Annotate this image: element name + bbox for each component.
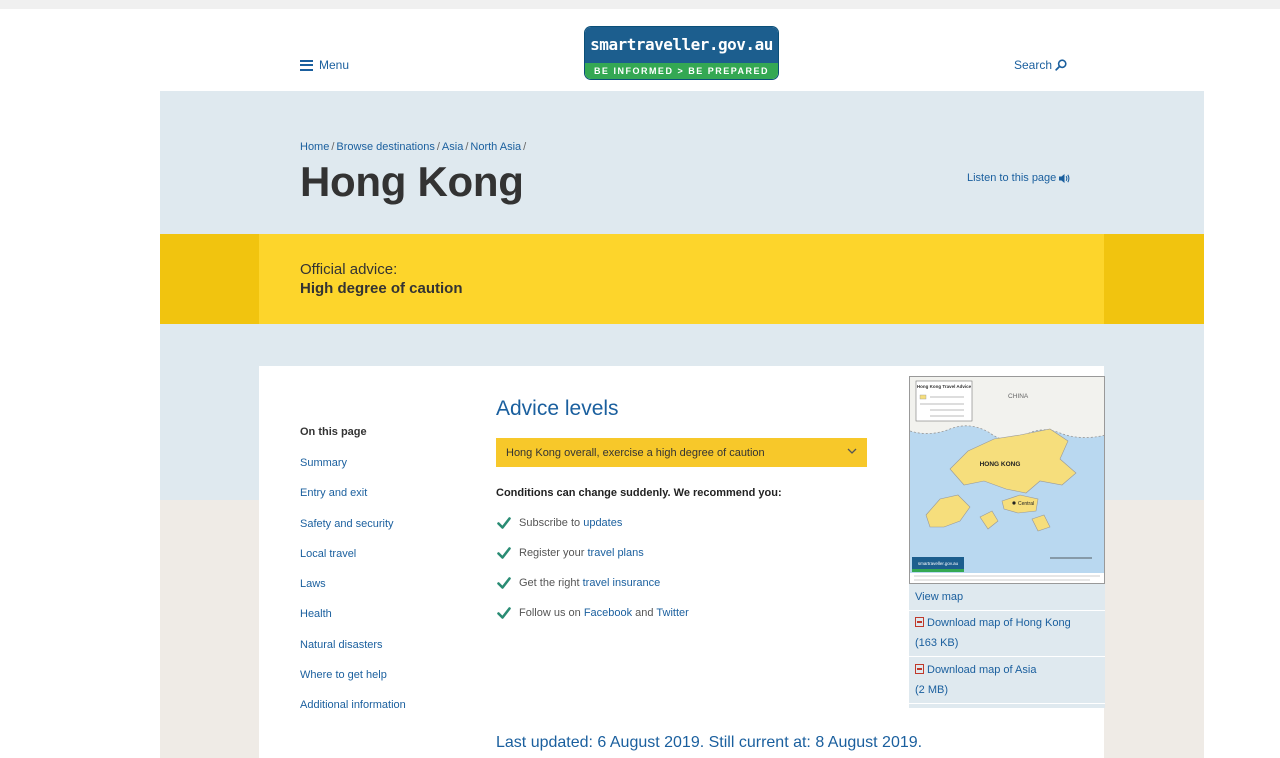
updates-link[interactable]: updates (583, 517, 622, 529)
nav-item-laws[interactable]: Laws (300, 578, 326, 590)
download-asia-map-link[interactable]: Download map of Asia (915, 660, 1036, 680)
logo-wordmark: smartraveller.gov.au (585, 27, 778, 63)
chevron-down-icon (847, 448, 857, 454)
map-label-central: Central (1018, 501, 1034, 507)
breadcrumb-north-asia[interactable]: North Asia (470, 141, 521, 153)
map-brand: smartraveller.gov.au (918, 561, 959, 566)
official-advice-level: High degree of caution (300, 280, 463, 297)
search-label: Search (1014, 58, 1053, 72)
divider (909, 703, 1105, 704)
check-icon (497, 607, 511, 619)
breadcrumb-asia[interactable]: Asia (442, 141, 463, 153)
breadcrumb-browse-destinations[interactable]: Browse destinations (336, 141, 434, 153)
recommendation-item: Subscribe to updates (497, 516, 622, 530)
advice-level-dropdown[interactable]: Hong Kong overall, exercise a high degre… (496, 438, 867, 467)
check-icon (497, 517, 511, 529)
site-logo[interactable]: smartraveller.gov.au BE INFORMED > BE PR… (585, 27, 778, 79)
official-advice-label: Official advice: (300, 261, 398, 278)
hong-kong-map-size: (163 KB) (915, 637, 959, 649)
facebook-link[interactable]: Facebook (584, 607, 632, 619)
hamburger-icon (300, 59, 313, 71)
nav-item-health[interactable]: Health (300, 608, 332, 620)
search-icon (1055, 59, 1067, 71)
travel-plans-link[interactable]: travel plans (587, 547, 643, 559)
advice-band (259, 234, 1104, 324)
top-strip (0, 0, 1280, 9)
map-label-hong-kong: HONG KONG (980, 461, 1021, 468)
nav-item-natural-disasters[interactable]: Natural disasters (300, 639, 383, 651)
pdf-icon (915, 664, 924, 674)
divider (909, 656, 1105, 657)
map-legend-title: Hong Kong Travel Advice (917, 384, 972, 389)
nav-item-local-travel[interactable]: Local travel (300, 548, 356, 560)
advice-levels-title: Advice levels (496, 397, 619, 420)
page-title: Hong Kong (300, 158, 524, 205)
check-icon (497, 577, 511, 589)
on-this-page-title: On this page (300, 426, 367, 438)
breadcrumb: Home / Browse destinations / Asia / North Asia… (300, 141, 527, 153)
view-map-link[interactable]: View map (915, 587, 963, 607)
breadcrumb-home[interactable]: Home (300, 141, 329, 153)
nav-item-safety-and-security[interactable]: Safety and security (300, 518, 394, 530)
travel-insurance-link[interactable]: travel insurance (583, 577, 661, 589)
listen-label: Listen to this page (967, 172, 1057, 184)
conditions-warning: Conditions can change suddenly. We recom… (496, 487, 782, 499)
check-icon (497, 547, 511, 559)
last-updated: Last updated: 6 August 2019. Still curre… (496, 734, 923, 751)
recommendation-item: Get the right travel insurance (497, 576, 660, 590)
menu-label: Menu (319, 58, 350, 72)
map-label-china: CHINA (1008, 393, 1029, 400)
hong-kong-map[interactable]: Hong Kong Travel Advice CHINA HONG KONG … (909, 376, 1105, 584)
twitter-link[interactable]: Twitter (656, 607, 688, 619)
logo-tagline: BE INFORMED > BE PREPARED (585, 63, 778, 79)
nav-item-additional-information[interactable]: Additional information (300, 699, 406, 711)
listen-button[interactable]: Listen to this page (967, 172, 1071, 184)
search-button[interactable]: Search (1014, 58, 1067, 72)
nav-item-entry-and-exit[interactable]: Entry and exit (300, 487, 367, 499)
divider (909, 610, 1105, 611)
map-links: View map Download map of Hong Kong (163 … (909, 584, 1105, 708)
download-hong-kong-map-link[interactable]: Download map of Hong Kong (915, 613, 1071, 633)
nav-item-summary[interactable]: Summary (300, 457, 347, 469)
asia-map-size: (2 MB) (915, 684, 948, 696)
recommendation-item: Register your travel plans (497, 546, 644, 560)
speaker-icon (1059, 173, 1070, 183)
advice-level-dropdown-value: Hong Kong overall, exercise a high degre… (506, 446, 765, 459)
map-illustration: Hong Kong Travel Advice CHINA HONG KONG … (910, 377, 1104, 583)
pdf-icon (915, 617, 924, 627)
nav-item-where-to-get-help[interactable]: Where to get help (300, 669, 387, 681)
menu-button[interactable]: Menu (300, 58, 349, 72)
recommendation-item: Follow us on Facebook and Twitter (497, 606, 689, 620)
